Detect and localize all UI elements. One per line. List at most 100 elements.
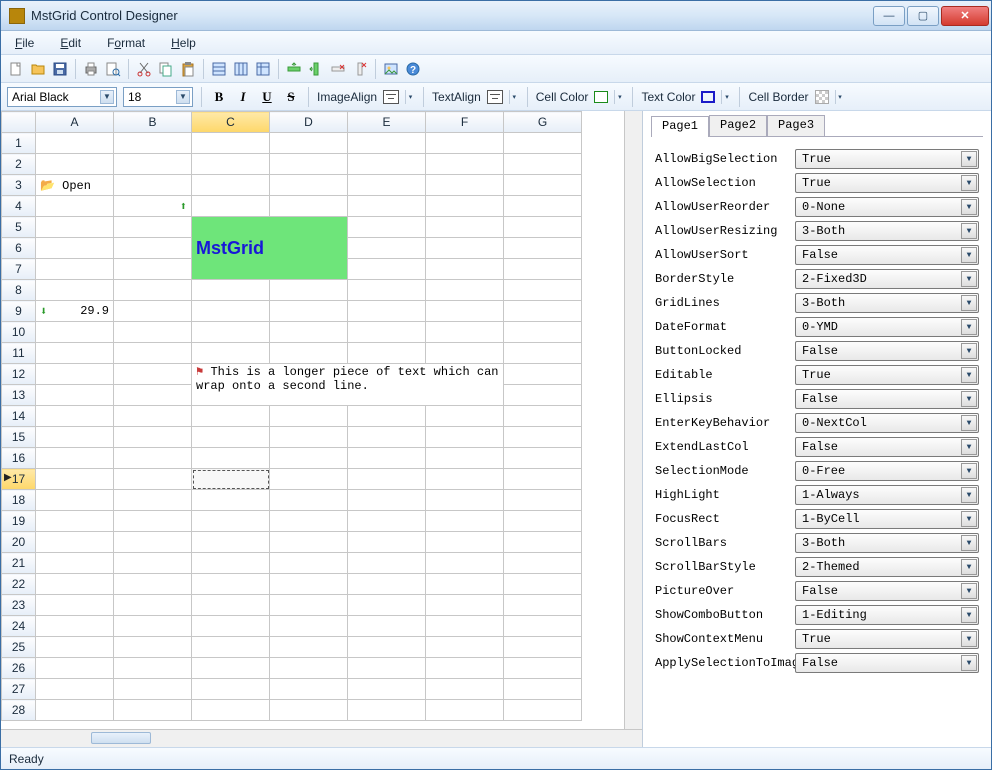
menu-file[interactable]: File [9,34,40,52]
cell[interactable] [36,385,114,406]
cell[interactable] [192,574,270,595]
row-header[interactable]: 23 [2,595,36,616]
cell[interactable] [348,658,426,679]
grid2-icon[interactable] [232,60,250,78]
cell[interactable] [36,469,114,490]
cell[interactable] [504,553,582,574]
row-header[interactable]: 27 [2,679,36,700]
row-header[interactable]: 20 [2,532,36,553]
cell[interactable] [348,259,426,280]
cell[interactable] [36,532,114,553]
property-combo[interactable]: 1-ByCell▼ [795,509,979,529]
col-header-e[interactable]: E [348,112,426,133]
print-icon[interactable] [82,60,100,78]
cell[interactable] [426,175,504,196]
cell[interactable] [504,595,582,616]
cell[interactable] [270,280,348,301]
row-header[interactable]: 19 [2,511,36,532]
cell[interactable] [426,343,504,364]
row-header[interactable]: 26 [2,658,36,679]
cell-border-dropdown[interactable]: ▾ [835,90,845,104]
chevron-down-icon[interactable]: ▼ [961,319,977,335]
cell[interactable] [270,595,348,616]
cell[interactable] [348,427,426,448]
cell[interactable] [36,448,114,469]
cell[interactable] [192,406,270,427]
cell-border-swatch[interactable] [815,90,829,104]
text-align-icon[interactable] [487,90,503,104]
cell[interactable] [192,637,270,658]
cell[interactable] [348,595,426,616]
cell[interactable] [504,364,582,385]
col-header-f[interactable]: F [426,112,504,133]
property-combo[interactable]: 0-Free▼ [795,461,979,481]
cell[interactable] [504,679,582,700]
open-icon[interactable] [29,60,47,78]
maximize-button[interactable]: ▢ [907,6,939,26]
property-combo[interactable]: False▼ [795,389,979,409]
cell[interactable] [114,595,192,616]
row-header[interactable]: 1 [2,133,36,154]
copy-icon[interactable] [157,60,175,78]
property-combo[interactable]: False▼ [795,437,979,457]
cell[interactable] [348,280,426,301]
row-header[interactable]: 3 [2,175,36,196]
cell[interactable] [270,301,348,322]
cell[interactable] [36,679,114,700]
picture-icon[interactable] [382,60,400,78]
font-name-combo[interactable]: Arial Black ▼ [7,87,117,107]
cell[interactable] [36,553,114,574]
row-header[interactable]: 22 [2,574,36,595]
cell[interactable] [426,406,504,427]
property-combo[interactable]: False▼ [795,245,979,265]
cell[interactable] [270,553,348,574]
cell[interactable] [348,616,426,637]
row-header[interactable]: 16 [2,448,36,469]
cell[interactable] [504,385,582,406]
cell[interactable] [504,490,582,511]
cell[interactable] [114,154,192,175]
cell[interactable] [504,259,582,280]
cell[interactable] [192,511,270,532]
chevron-down-icon[interactable]: ▼ [961,151,977,167]
cell[interactable] [114,679,192,700]
cell[interactable] [504,427,582,448]
chevron-down-icon[interactable]: ▼ [961,631,977,647]
row-header[interactable]: 21 [2,553,36,574]
cell[interactable] [504,469,582,490]
text-color-dropdown[interactable]: ▾ [721,90,731,104]
chevron-down-icon[interactable]: ▼ [961,463,977,479]
property-combo[interactable]: False▼ [795,653,979,673]
grid3-icon[interactable] [254,60,272,78]
cell[interactable] [348,532,426,553]
chevron-down-icon[interactable]: ▼ [961,559,977,575]
cell[interactable] [192,322,270,343]
cell[interactable] [192,553,270,574]
cell[interactable] [426,658,504,679]
cell[interactable] [270,133,348,154]
cell[interactable] [426,574,504,595]
col-header-a[interactable]: A [36,112,114,133]
cut-icon[interactable] [135,60,153,78]
cell[interactable] [114,469,192,490]
cell[interactable] [36,574,114,595]
cell[interactable] [504,700,582,721]
cell[interactable] [426,700,504,721]
cell[interactable] [36,322,114,343]
cell[interactable] [504,238,582,259]
tab-page3[interactable]: Page3 [767,115,825,136]
chevron-down-icon[interactable]: ▼ [961,391,977,407]
cell[interactable] [348,196,426,217]
cell[interactable] [36,217,114,238]
cell[interactable] [192,448,270,469]
cell[interactable] [348,553,426,574]
cell[interactable] [270,616,348,637]
cell-color-dropdown[interactable]: ▾ [614,90,624,104]
cell[interactable] [114,364,192,385]
cell[interactable] [270,448,348,469]
property-combo[interactable]: 1-Editing▼ [795,605,979,625]
cell[interactable] [270,175,348,196]
row-header[interactable]: 2 [2,154,36,175]
cell[interactable] [270,637,348,658]
cell[interactable] [426,217,504,238]
